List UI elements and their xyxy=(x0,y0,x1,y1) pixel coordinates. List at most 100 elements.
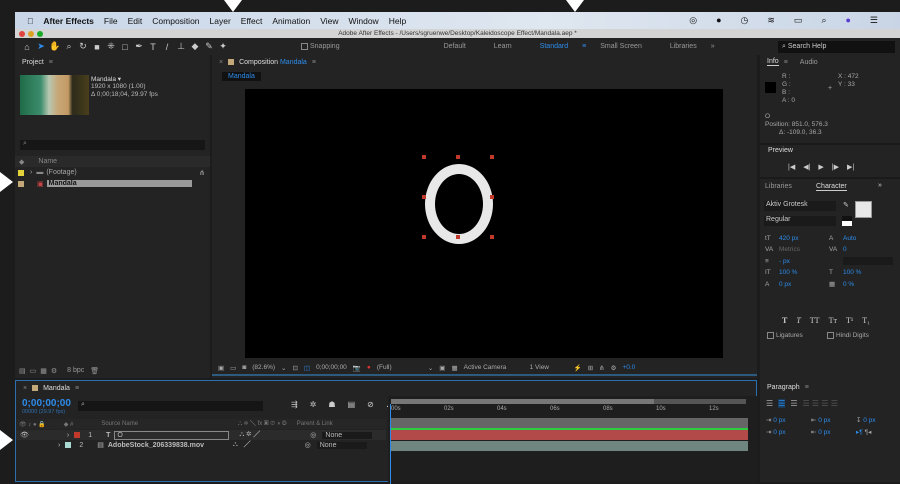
type-tool-icon[interactable]: T xyxy=(147,42,159,52)
rotate-tool-icon[interactable]: ↻ xyxy=(77,41,89,52)
snapping-checkbox[interactable] xyxy=(301,43,308,50)
creative-cloud-icon[interactable]: ◎ xyxy=(689,15,697,26)
comp-tab[interactable]: Mandala xyxy=(222,72,261,81)
close-panel-icon[interactable]: × xyxy=(23,385,27,392)
layer-bar-2[interactable] xyxy=(391,441,748,451)
leading-value[interactable]: Auto xyxy=(843,235,893,242)
minimize-window-button[interactable] xyxy=(28,30,34,37)
ltr-direction-icon[interactable]: ▸¶ xyxy=(856,429,863,436)
faux-italic-icon[interactable]: T xyxy=(796,316,800,325)
visibility-icon[interactable]: 👁 xyxy=(20,431,29,439)
handle[interactable] xyxy=(422,155,426,159)
tab-libraries[interactable]: Libraries xyxy=(765,183,792,190)
channel-icon[interactable]: ● xyxy=(367,364,371,371)
align-right-icon[interactable]: ☰ xyxy=(790,399,797,408)
grid-icon[interactable]: ⊡ xyxy=(292,364,297,372)
more-workspaces-icon[interactable]: » xyxy=(711,43,715,50)
label-icon[interactable]: ◆ xyxy=(19,158,24,166)
subscript-icon[interactable]: T₁ xyxy=(862,316,870,325)
camera-dropdown[interactable]: Active Camera xyxy=(464,364,524,371)
panel-menu-icon[interactable]: ≡ xyxy=(75,385,79,392)
current-time[interactable]: 0;00;00;00 xyxy=(22,398,71,409)
zoom-tool-icon[interactable]: ⌕ xyxy=(63,41,75,52)
panel-menu-icon[interactable]: ≡ xyxy=(49,59,53,66)
composition-viewer[interactable] xyxy=(245,89,723,358)
tab-character[interactable]: Character xyxy=(816,183,847,191)
zoom-window-button[interactable] xyxy=(37,30,43,37)
shy-layers-icon[interactable]: ☗ xyxy=(328,400,335,409)
close-panel-icon[interactable]: × xyxy=(219,59,223,66)
handle[interactable] xyxy=(456,235,460,239)
fast-preview-icon[interactable]: ⚡ xyxy=(574,364,582,372)
parent-dropdown[interactable]: None xyxy=(322,431,373,439)
work-area-bar[interactable] xyxy=(391,399,746,404)
workspace-libraries[interactable]: Libraries xyxy=(670,43,697,50)
menu-help[interactable]: Help xyxy=(389,16,406,26)
pickwhip-icon[interactable]: ◎ xyxy=(310,431,316,439)
notification-icon[interactable]: ☰ xyxy=(870,15,878,26)
stroke-style-dropdown[interactable] xyxy=(843,257,893,265)
workspace-standard[interactable]: Standard xyxy=(540,43,568,50)
tab-audio[interactable]: Audio xyxy=(800,59,818,66)
space-before-value[interactable]: 0 px xyxy=(773,429,785,436)
layer-row[interactable]: 👁 › 1 T O ⛬ ✲ ╱ ◎ None xyxy=(16,430,386,440)
layer-bar-1[interactable] xyxy=(391,430,748,440)
timeline-search-input[interactable]: ⌕ xyxy=(78,401,263,411)
selection-tool-icon[interactable]: ➤ xyxy=(35,41,47,52)
brush-tool-icon[interactable]: / xyxy=(161,42,173,52)
panel-menu-icon[interactable]: ≡ xyxy=(312,59,316,66)
views-dropdown[interactable]: 1 View xyxy=(530,364,568,371)
settings-icon[interactable]: ⚙ xyxy=(51,367,57,375)
expand-icon[interactable]: › xyxy=(30,169,32,176)
new-folder-icon[interactable]: ▭ xyxy=(30,367,37,375)
label-color[interactable] xyxy=(18,169,24,176)
workspace-small-screen[interactable]: Small Screen xyxy=(600,43,642,50)
camera-tool-icon[interactable]: ■ xyxy=(91,42,103,52)
region-icon[interactable]: ◫ xyxy=(304,364,310,372)
stroke-width-value[interactable]: - px xyxy=(779,258,829,265)
mask-visibility-icon[interactable]: ◙ xyxy=(242,364,246,371)
handle[interactable] xyxy=(422,195,426,199)
resolution-dropdown[interactable]: (Full) xyxy=(377,364,422,371)
pickwhip-icon[interactable]: ◎ xyxy=(305,441,311,449)
project-title[interactable]: Project xyxy=(22,59,44,66)
exposure-icon[interactable]: ⚙ xyxy=(611,364,617,372)
all-caps-icon[interactable]: TT xyxy=(810,316,820,325)
flowchart-icon[interactable]: ⋔ xyxy=(199,169,205,177)
menu-effect[interactable]: Effect xyxy=(241,16,263,26)
pan-behind-tool-icon[interactable]: ⁜ xyxy=(105,41,117,52)
ligatures-option[interactable]: Ligatures xyxy=(767,332,803,339)
label-color[interactable] xyxy=(74,432,81,438)
home-icon[interactable]: ⌂ xyxy=(21,42,33,52)
fill-color-swatch[interactable] xyxy=(855,201,872,218)
space-after-value[interactable]: 0 px xyxy=(818,429,830,436)
last-frame-icon[interactable]: ▶| xyxy=(847,163,854,171)
font-size-value[interactable]: 420 px xyxy=(779,235,829,242)
panel-menu-icon[interactable]: ≡ xyxy=(805,384,809,391)
horizontal-scale-value[interactable]: 100 % xyxy=(843,269,893,276)
hindi-digits-checkbox[interactable] xyxy=(827,332,834,339)
preview-title[interactable]: Preview xyxy=(768,147,793,154)
spotlight-icon[interactable]: ⌕ xyxy=(821,15,826,26)
menu-animation[interactable]: Animation xyxy=(272,16,310,26)
snapshot-icon[interactable]: 📷 xyxy=(353,364,361,372)
always-preview-icon[interactable]: ▣ xyxy=(218,364,224,372)
menu-view[interactable]: View xyxy=(320,16,338,26)
layer-row[interactable]: › 2 ▤ AdobeStock_206339838.mov ⛬ ╱ ◎ None xyxy=(16,440,386,450)
tsume-value[interactable]: 0 % xyxy=(843,281,893,288)
menu-window[interactable]: Window xyxy=(348,16,378,26)
eraser-tool-icon[interactable]: ◆ xyxy=(189,41,201,52)
timeline-icon[interactable]: ⊞ xyxy=(588,364,593,372)
workspace-menu-icon[interactable]: ≡ xyxy=(582,43,586,50)
menu-app[interactable]: After Effects xyxy=(43,16,94,26)
puppet-tool-icon[interactable]: ✦ xyxy=(217,41,229,52)
transparency-icon[interactable]: ▦ xyxy=(451,364,457,372)
bpc-button[interactable]: 8 bpc xyxy=(67,367,84,374)
menu-edit[interactable]: Edit xyxy=(128,16,143,26)
col-parent-link[interactable]: Parent & Link xyxy=(297,421,333,427)
magnification-dropdown[interactable]: (82.6%) xyxy=(252,364,275,371)
monitor-icon[interactable]: ▭ xyxy=(230,364,236,372)
handle[interactable] xyxy=(422,235,426,239)
trash-icon[interactable]: 🗑 xyxy=(90,367,99,375)
tab-info[interactable]: Info xyxy=(767,58,779,66)
